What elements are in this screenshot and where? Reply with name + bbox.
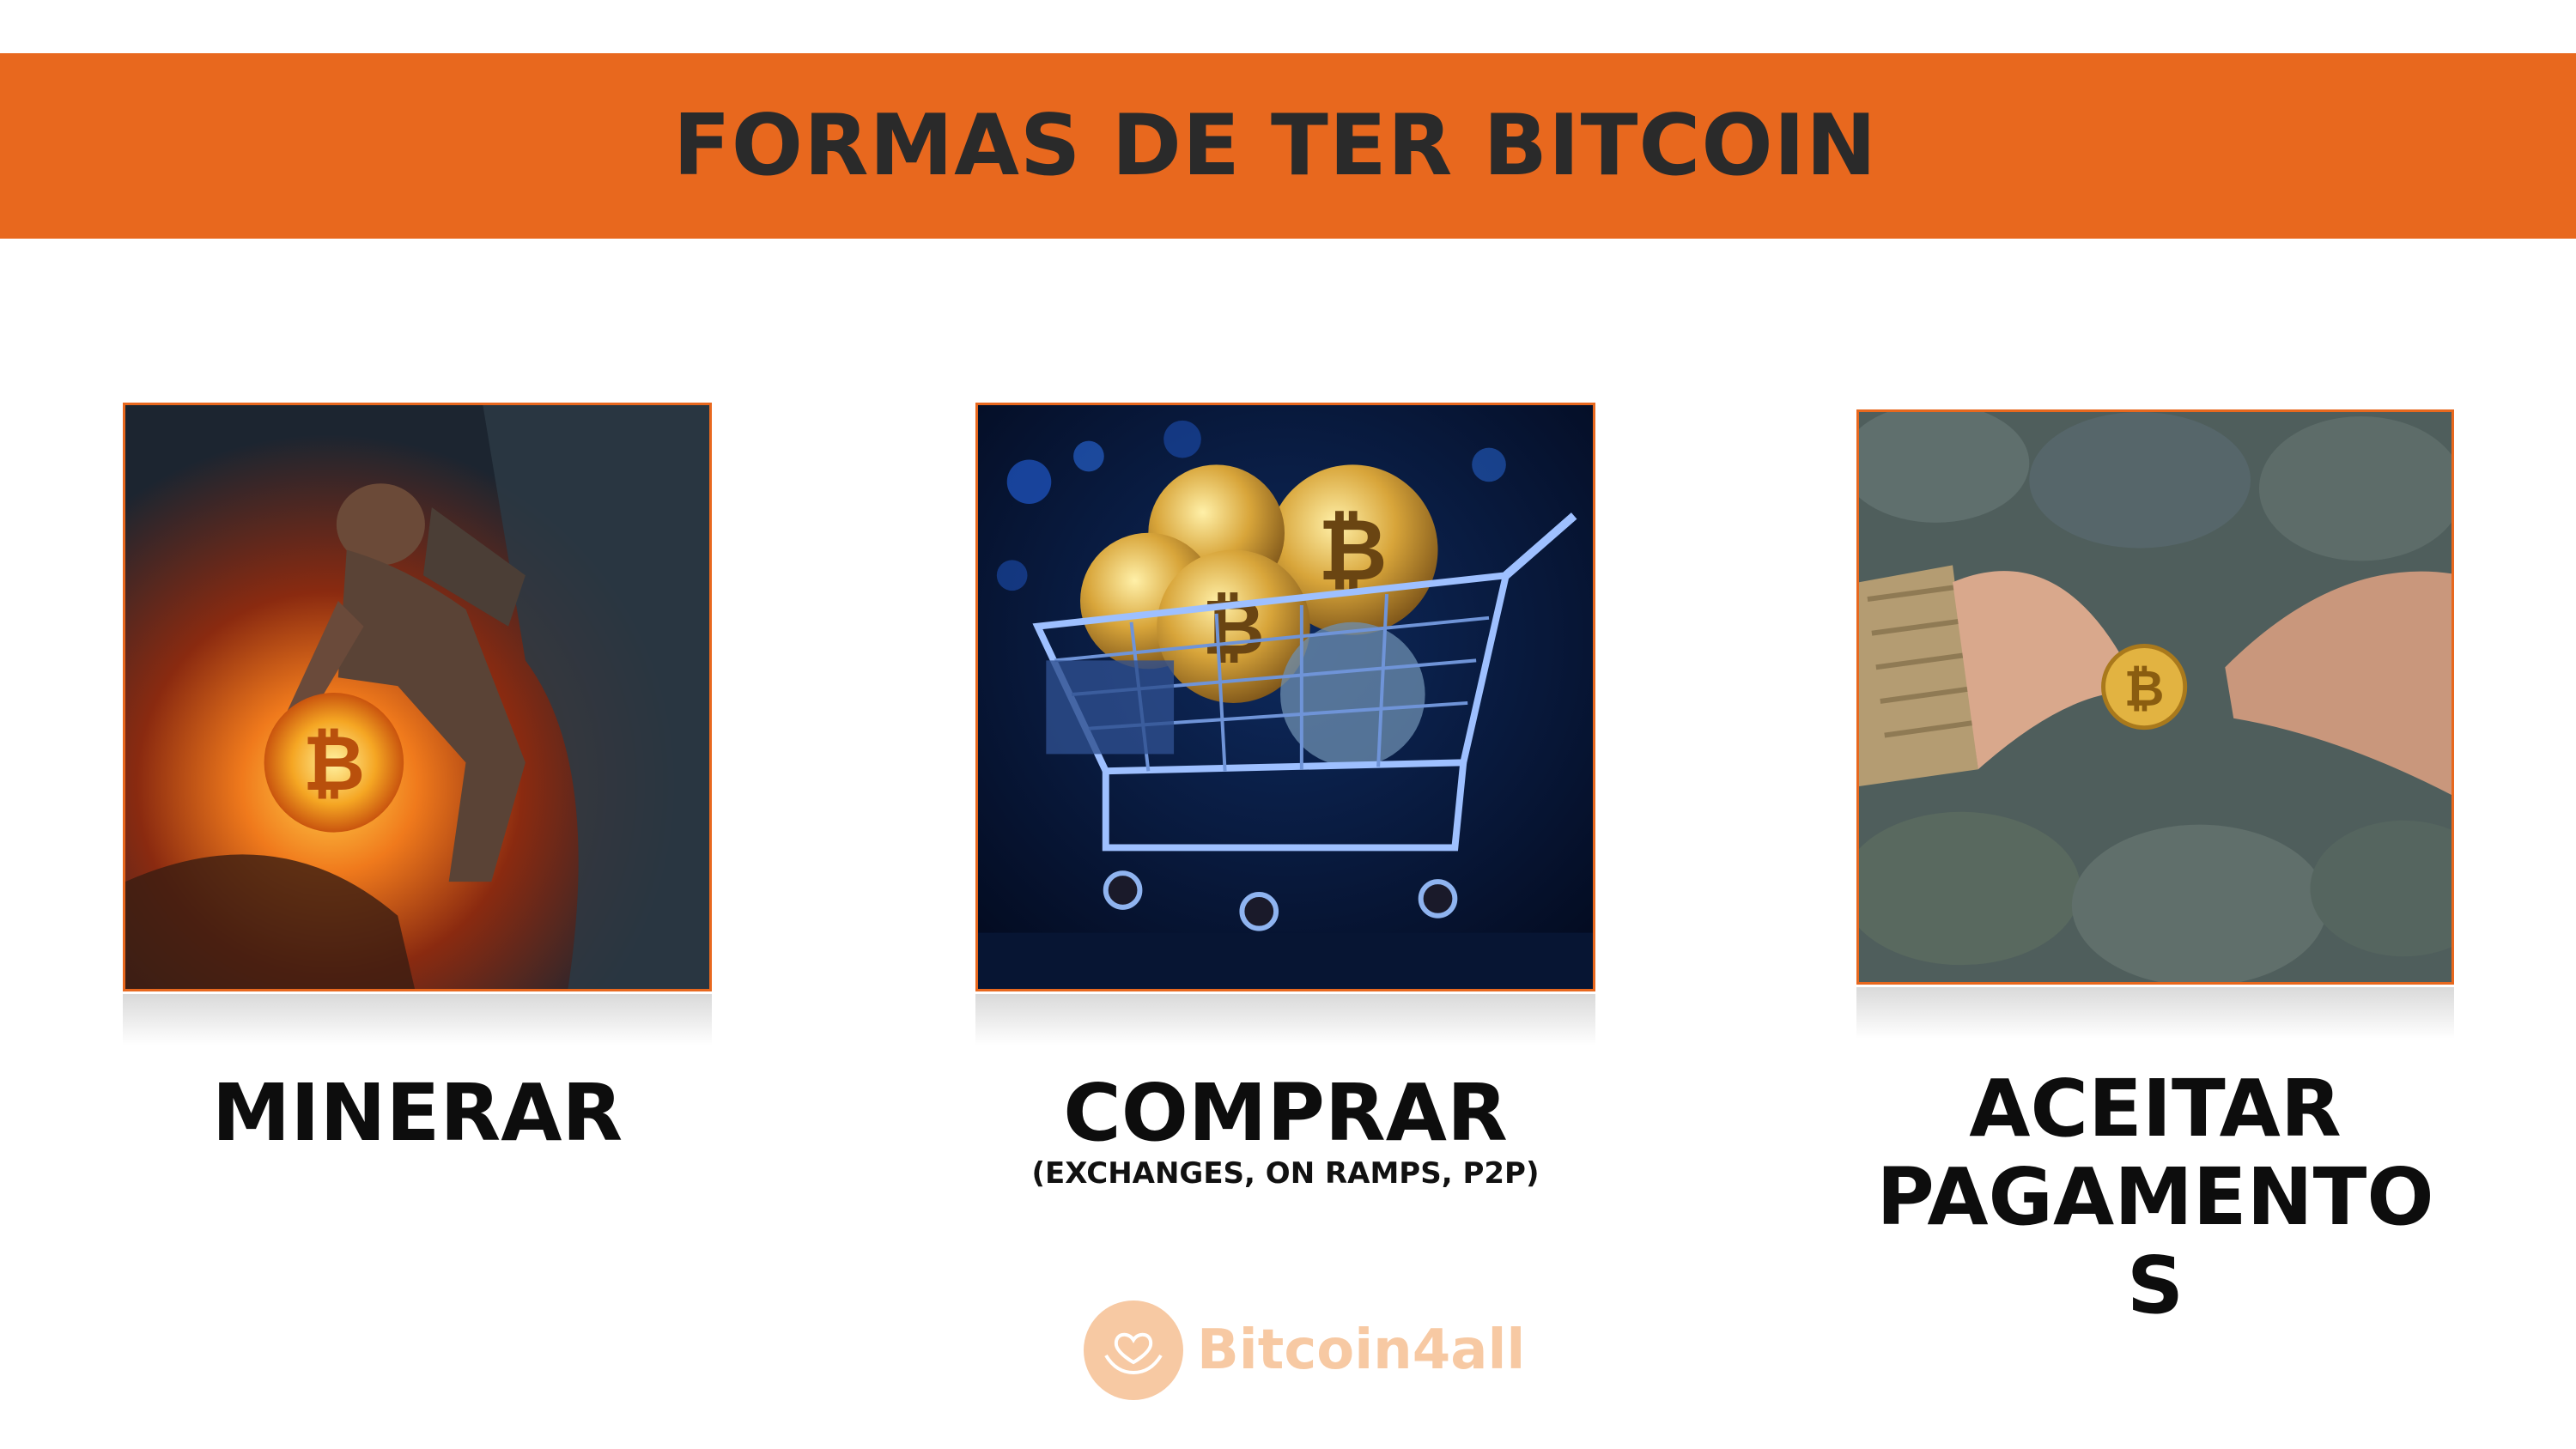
hands-heart-icon [1084, 1300, 1183, 1400]
svg-text:₿: ₿ [303, 719, 366, 809]
miner-image-reflection [123, 994, 712, 1046]
aceitar-pagamentos-label: ACEITAR PAGAMENTO S [1856, 1064, 2454, 1330]
svg-text:₿: ₿ [1318, 501, 1388, 600]
hands-exchange-image-reflection [1856, 987, 2454, 1039]
aceitar-label-line1: ACEITAR [1969, 1063, 2342, 1155]
shopping-cart-image: ₿ ₿ [975, 403, 1595, 991]
shopping-cart-image-reflection [975, 994, 1595, 1046]
bitcoin4all-logo: Bitcoin4all [1084, 1300, 1525, 1400]
page-title: FORMAS DE TER BITCOIN [672, 97, 1878, 195]
header-band: FORMAS DE TER BITCOIN [0, 53, 2576, 239]
svg-text:₿: ₿ [2124, 660, 2165, 718]
comprar-label: COMPRAR [1063, 1067, 1508, 1159]
svg-text:₿: ₿ [1202, 583, 1265, 672]
hands-exchange-image: ₿ [1856, 409, 2454, 985]
miner-image: ₿ [123, 403, 712, 991]
minerar-label: MINERAR [211, 1067, 623, 1159]
logo-text: Bitcoin4all [1197, 1319, 1526, 1382]
aceitar-label-line2: PAGAMENTO S [1876, 1151, 2434, 1332]
comprar-sublabel: (EXCHANGES, ON RAMPS, P2P) [1031, 1156, 1540, 1191]
comprar-label-group: COMPRAR (EXCHANGES, ON RAMPS, P2P) [975, 1069, 1595, 1190]
